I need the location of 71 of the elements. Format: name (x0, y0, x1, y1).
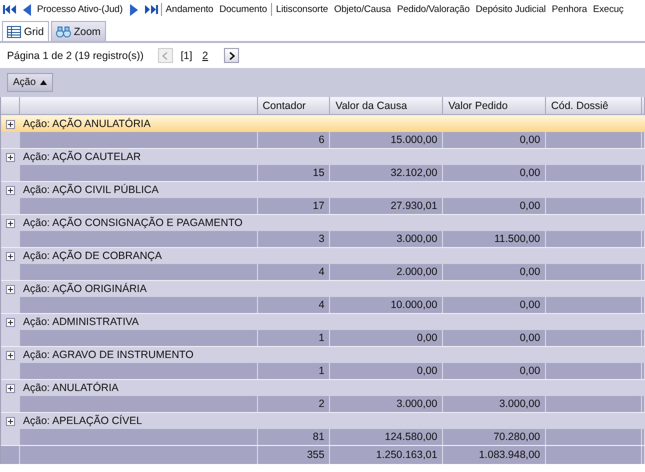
record-context-label: Processo Ativo-(Jud) (37, 4, 123, 15)
toolbar-link[interactable]: Andamento (166, 4, 214, 15)
group-header-row[interactable]: Ação: AÇÃO ORIGINÁRIA (1, 280, 645, 297)
indent-cell (1, 132, 20, 148)
group-label: Ação: APELAÇÃO CÍVEL (23, 415, 142, 427)
binoculars-icon (56, 26, 71, 38)
expand-icon[interactable] (6, 384, 15, 392)
page-link[interactable]: 2 (202, 50, 208, 62)
group-label: Ação: AÇÃO CONSIGNAÇÃO E PAGAMENTO (23, 217, 243, 229)
view-tab[interactable]: Zoom (50, 21, 106, 41)
grid-icon (7, 26, 21, 38)
group-header-row[interactable]: Ação: AGRAVO DE INSTRUMENTO (1, 346, 645, 363)
pager-summary: Página 1 de 2 (19 registro(s)) (7, 50, 144, 62)
group-header-row[interactable]: Ação: APELAÇÃO CÍVEL (1, 412, 645, 429)
group-label: Ação: AÇÃO CAUTELAR (23, 151, 141, 163)
column-header[interactable]: Contador (258, 97, 330, 114)
group-header-row[interactable]: Ação: ANULATÓRIA (1, 379, 645, 396)
indent-cell (1, 231, 20, 247)
indent-cell (1, 297, 20, 313)
toolbar-link[interactable]: Objeto/Causa (334, 4, 391, 15)
last-record-icon[interactable] (144, 4, 158, 15)
group-header-row[interactable]: Ação: ADMINISTRATIVA (1, 313, 645, 330)
expand-icon[interactable] (6, 218, 15, 228)
toolbar-link[interactable]: Penhora (552, 4, 588, 15)
group-header-row[interactable]: Ação: AÇÃO DE COBRANÇA (1, 247, 645, 264)
column-header[interactable]: Valor da Causa (330, 97, 444, 114)
chevron-right-icon (228, 52, 235, 60)
previous-record-icon[interactable] (22, 4, 32, 16)
total-cell: 355 (258, 446, 330, 464)
toolbar-link[interactable]: Documento (219, 4, 268, 15)
next-record-icon[interactable] (128, 4, 139, 16)
group-label: Ação: AGRAVO DE INSTRUMENTO (23, 349, 194, 361)
group-header-row[interactable]: Ação: AÇÃO CIVIL PÚBLICA (1, 181, 645, 198)
indent-cell (1, 264, 20, 280)
toolbar-link[interactable]: Depósito Judicial (476, 4, 546, 15)
first-record-icon[interactable] (3, 4, 17, 15)
indent-cell (1, 363, 20, 379)
group-label: Ação: AÇÃO CIVIL PÚBLICA (23, 184, 159, 196)
group-header-row[interactable]: Ação: AÇÃO CAUTELAR (1, 148, 645, 165)
group-label: Ação: AÇÃO ANULATÓRIA (23, 118, 151, 130)
expand-icon[interactable] (6, 318, 15, 326)
indent-cell (1, 396, 20, 412)
chevron-left-icon (162, 52, 168, 60)
expand-icon[interactable] (6, 416, 15, 426)
expand-icon[interactable] (6, 120, 15, 128)
page-link[interactable]: [1] (180, 50, 192, 62)
group-header-row[interactable]: Ação: AÇÃO ANULATÓRIA (1, 115, 645, 132)
total-cell: 1.083.948,00 (443, 446, 546, 464)
indent-cell (1, 198, 20, 214)
expand-icon[interactable] (6, 152, 15, 162)
view-tab[interactable]: Grid (2, 21, 49, 41)
indent-cell (1, 165, 20, 181)
toolbar-link[interactable]: Pedido/Valoração (396, 4, 470, 15)
expand-icon[interactable] (6, 284, 15, 294)
expand-icon[interactable] (6, 350, 15, 360)
group-label: Ação: ADMINISTRATIVA (23, 316, 139, 328)
group-label: Ação: ANULATÓRIA (23, 382, 119, 394)
column-header[interactable]: Valor Pedido (443, 97, 546, 114)
toolbar-link[interactable]: Execuç (593, 4, 624, 15)
total-cell: 1.250.163,01 (330, 446, 444, 464)
indent-cell (1, 330, 20, 346)
group-header-row[interactable]: Ação: AÇÃO CONSIGNAÇÃO E PAGAMENTO (1, 214, 645, 231)
toolbar-link[interactable]: Litisconsorte (276, 4, 328, 15)
expand-icon[interactable] (6, 186, 15, 194)
group-label: Ação: AÇÃO ORIGINÁRIA (23, 283, 147, 295)
group-by-button[interactable]: Ação (7, 73, 53, 92)
expand-icon[interactable] (6, 252, 15, 260)
column-header[interactable]: Cód. Dossiê (546, 97, 642, 114)
next-page-button[interactable] (224, 48, 240, 63)
indent-cell (1, 429, 20, 445)
group-label: Ação: AÇÃO DE COBRANÇA (23, 250, 162, 262)
